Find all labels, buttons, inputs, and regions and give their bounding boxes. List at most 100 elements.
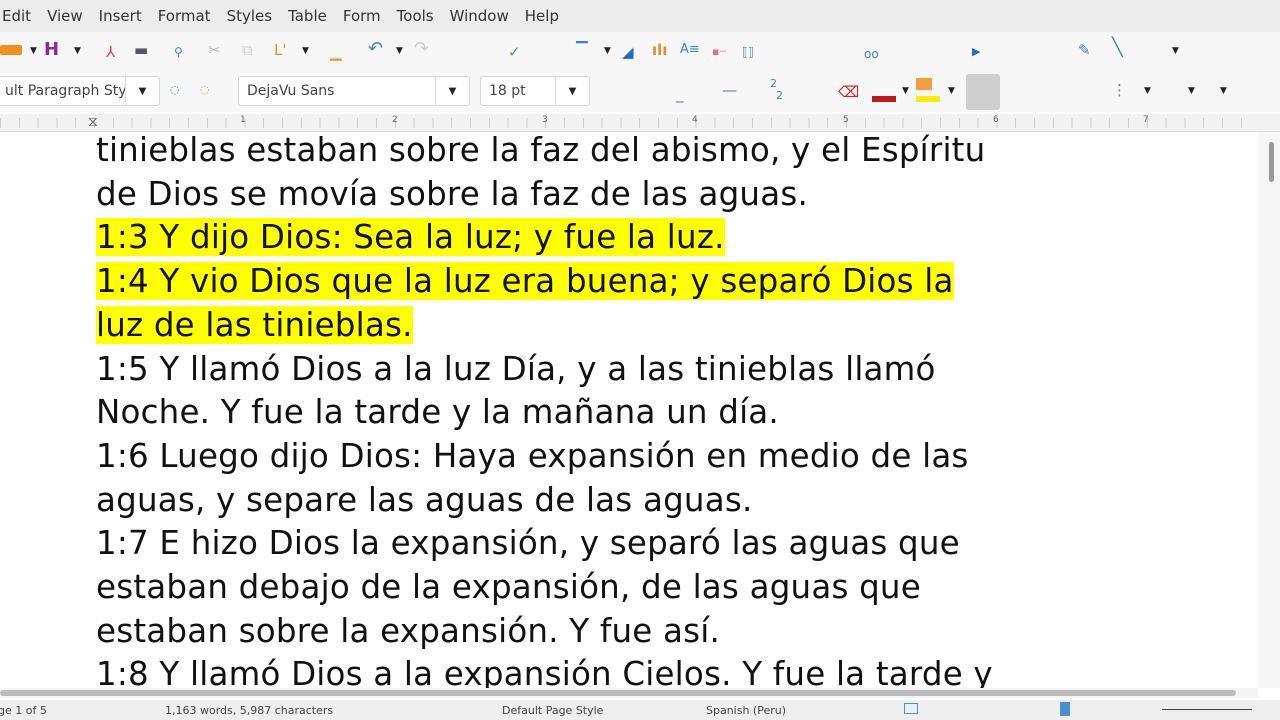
text-line[interactable]: estaban sobre la expansión. Y fue así. — [96, 610, 720, 652]
text-line[interactable]: 1:7 E hizo Dios la expansión, y separó l… — [96, 522, 960, 564]
menu-format[interactable]: Format — [150, 7, 219, 25]
font-name-select[interactable]: DejaVu Sans ▼ — [238, 76, 470, 106]
text-line[interactable]: 1:5 Y llamó Dios a la luz Día, y a las t… — [96, 348, 936, 390]
chevron-down-icon[interactable]: ▼ — [435, 77, 469, 105]
insert-field-icon[interactable]: ⟦⟧ — [742, 44, 754, 60]
font-color-icon[interactable] — [872, 96, 896, 102]
highlight-color-icon[interactable] — [916, 78, 932, 90]
open-folder-icon[interactable] — [0, 45, 22, 55]
horizontal-ruler[interactable]: 1 2 3 4 5 6 7 ⧖ — [0, 114, 1280, 132]
character-style-button[interactable] — [966, 74, 1000, 110]
insert-hyperlink-icon[interactable]: oo — [864, 46, 879, 62]
text-line[interactable]: 1:3 Y dijo Dios: Sea la luz; y fue la lu… — [96, 216, 725, 258]
text-line[interactable]: aguas, y separe las aguas de las aguas. — [96, 479, 752, 521]
text-line[interactable]: 1:8 Y llamó Dios a la expansión Cielos. … — [96, 653, 993, 688]
menu-tools[interactable]: Tools — [389, 7, 442, 25]
line-text: estaban debajo de la expansión, de las a… — [96, 568, 921, 606]
horizontal-scrollbar[interactable] — [0, 688, 1258, 698]
line-icon[interactable]: ╲ — [1112, 39, 1123, 57]
line-text: 1:8 Y llamó Dios a la expansión Cielos. … — [96, 655, 993, 688]
selection-mode-icon[interactable] — [904, 703, 918, 714]
menu-window[interactable]: Window — [442, 7, 517, 25]
insert-table-icon[interactable]: ▔ — [576, 42, 588, 58]
scrollbar-thumb[interactable] — [0, 690, 1236, 696]
line-text: 1:6 Luego dijo Dios: Haya expansión en m… — [96, 436, 969, 475]
text-line[interactable]: estaban debajo de la expansión, de las a… — [96, 566, 921, 608]
text-line[interactable]: 1:4 Y vio Dios que la luz era buena; y s… — [96, 260, 954, 302]
chevron-down-icon[interactable]: ▼ — [555, 77, 589, 105]
insert-textbox-icon[interactable]: A≡ — [680, 42, 700, 58]
language[interactable]: Spanish (Peru) — [706, 704, 786, 717]
insert-chart-icon[interactable]: ılı — [652, 42, 667, 58]
single-page-view-icon[interactable] — [1060, 702, 1070, 716]
document-page[interactable]: tinieblas estaban sobre la faz del abism… — [0, 132, 1258, 688]
highlighted-text: luz de las tinieblas. — [96, 305, 413, 344]
chevron-down-icon[interactable]: ▼ — [1188, 86, 1195, 96]
scrollbar-thumb[interactable] — [1269, 142, 1274, 182]
export-pdf-icon[interactable]: ⅄ — [106, 44, 115, 60]
chevron-down-icon[interactable]: ▼ — [604, 46, 611, 56]
menu-form[interactable]: Form — [335, 7, 389, 25]
formatting-toolbar: ult Paragraph Sty ▼ ◌ ◌ DejaVu Sans ▼ 18… — [0, 72, 1280, 112]
subscript-icon[interactable]: 2 — [776, 88, 783, 104]
find-icon[interactable]: ⚲ — [174, 44, 183, 60]
highlight-swatch — [916, 96, 940, 102]
menu-insert[interactable]: Insert — [91, 7, 150, 25]
text-line[interactable]: Noche. Y fue la tarde y la mañana un día… — [96, 391, 779, 433]
ruler-ticks — [0, 118, 1252, 128]
chevron-down-icon[interactable]: ▼ — [302, 46, 309, 56]
text-line[interactable]: luz de las tinieblas. — [96, 304, 413, 346]
menu-table[interactable]: Table — [280, 7, 335, 25]
chevron-down-icon[interactable]: ▼ — [1144, 86, 1151, 96]
ruler-mark: 6 — [993, 115, 999, 125]
save-icon[interactable]: H — [44, 41, 59, 59]
clone-formatting-icon[interactable]: ▁ — [330, 44, 342, 60]
font-name-value: DejaVu Sans — [247, 83, 335, 99]
line-text: 1:7 E hizo Dios la expansión, y separó l… — [96, 524, 960, 563]
draw-icon[interactable]: ✎ — [1078, 42, 1091, 58]
zoom-slider[interactable] — [1162, 709, 1252, 710]
text-line[interactable]: 1:6 Luego dijo Dios: Haya expansión en m… — [96, 435, 969, 477]
update-style-icon[interactable]: ◌ — [170, 82, 180, 98]
list-icon[interactable]: ⋮ — [1112, 82, 1127, 98]
redo-icon[interactable]: ↷ — [414, 40, 429, 58]
chevron-down-icon[interactable]: ▼ — [125, 77, 159, 105]
cut-icon[interactable]: ✂ — [208, 42, 221, 58]
chevron-down-icon[interactable]: ▼ — [396, 46, 403, 56]
paragraph-style-select[interactable]: ult Paragraph Sty ▼ — [0, 76, 160, 106]
menu-view[interactable]: View — [39, 7, 91, 25]
undo-icon[interactable]: ↶ — [368, 40, 383, 58]
menu-help[interactable]: Help — [517, 7, 567, 25]
chevron-down-icon[interactable]: ▼ — [948, 86, 955, 96]
line-text: aguas, y separe las aguas de las aguas. — [96, 480, 753, 519]
vertical-scrollbar[interactable] — [1258, 132, 1280, 688]
strikethrough-icon[interactable]: — — [722, 82, 737, 98]
font-size-select[interactable]: 18 pt ▼ — [480, 76, 590, 106]
new-style-icon[interactable]: ◌ — [200, 82, 210, 98]
page-style[interactable]: Default Page Style — [502, 704, 603, 717]
insert-image-icon[interactable]: ◢ — [622, 44, 634, 60]
chevron-down-icon[interactable]: ▼ — [74, 46, 81, 56]
page-count[interactable]: ge 1 of 5 — [0, 704, 47, 717]
print-icon[interactable]: ▬ — [134, 42, 148, 58]
text-line[interactable]: de Dios se movía sobre la faz de las agu… — [96, 173, 808, 215]
line-text: 1:5 Y llamó Dios a la luz Día, y a las t… — [96, 349, 936, 388]
indent-marker-icon[interactable]: ⧖ — [88, 114, 98, 130]
spelling-icon[interactable]: ✓ — [508, 44, 521, 60]
insert-page-break-icon[interactable]: ▪┄ — [712, 44, 726, 60]
menu-edit[interactable]: Edit — [0, 7, 39, 25]
chevron-down-icon[interactable]: ▼ — [30, 46, 37, 56]
paste-icon[interactable]: L' — [274, 42, 286, 58]
menu-styles[interactable]: Styles — [219, 7, 281, 25]
ruler-mark: 1 — [240, 115, 246, 125]
ruler-mark: 2 — [392, 115, 398, 125]
copy-icon[interactable]: ⧉ — [242, 42, 253, 58]
chevron-down-icon[interactable]: ▼ — [902, 86, 909, 96]
word-count[interactable]: 1,163 words, 5,987 characters — [165, 704, 333, 717]
text-line[interactable]: tinieblas estaban sobre la faz del abism… — [96, 132, 985, 171]
chevron-down-icon[interactable]: ▼ — [1172, 46, 1179, 56]
insert-bookmark-icon[interactable]: ▶ — [972, 44, 980, 60]
underline-icon[interactable]: _ — [676, 86, 684, 102]
chevron-down-icon[interactable]: ▼ — [1220, 86, 1227, 96]
clear-formatting-icon[interactable]: ⌫ — [838, 84, 859, 100]
